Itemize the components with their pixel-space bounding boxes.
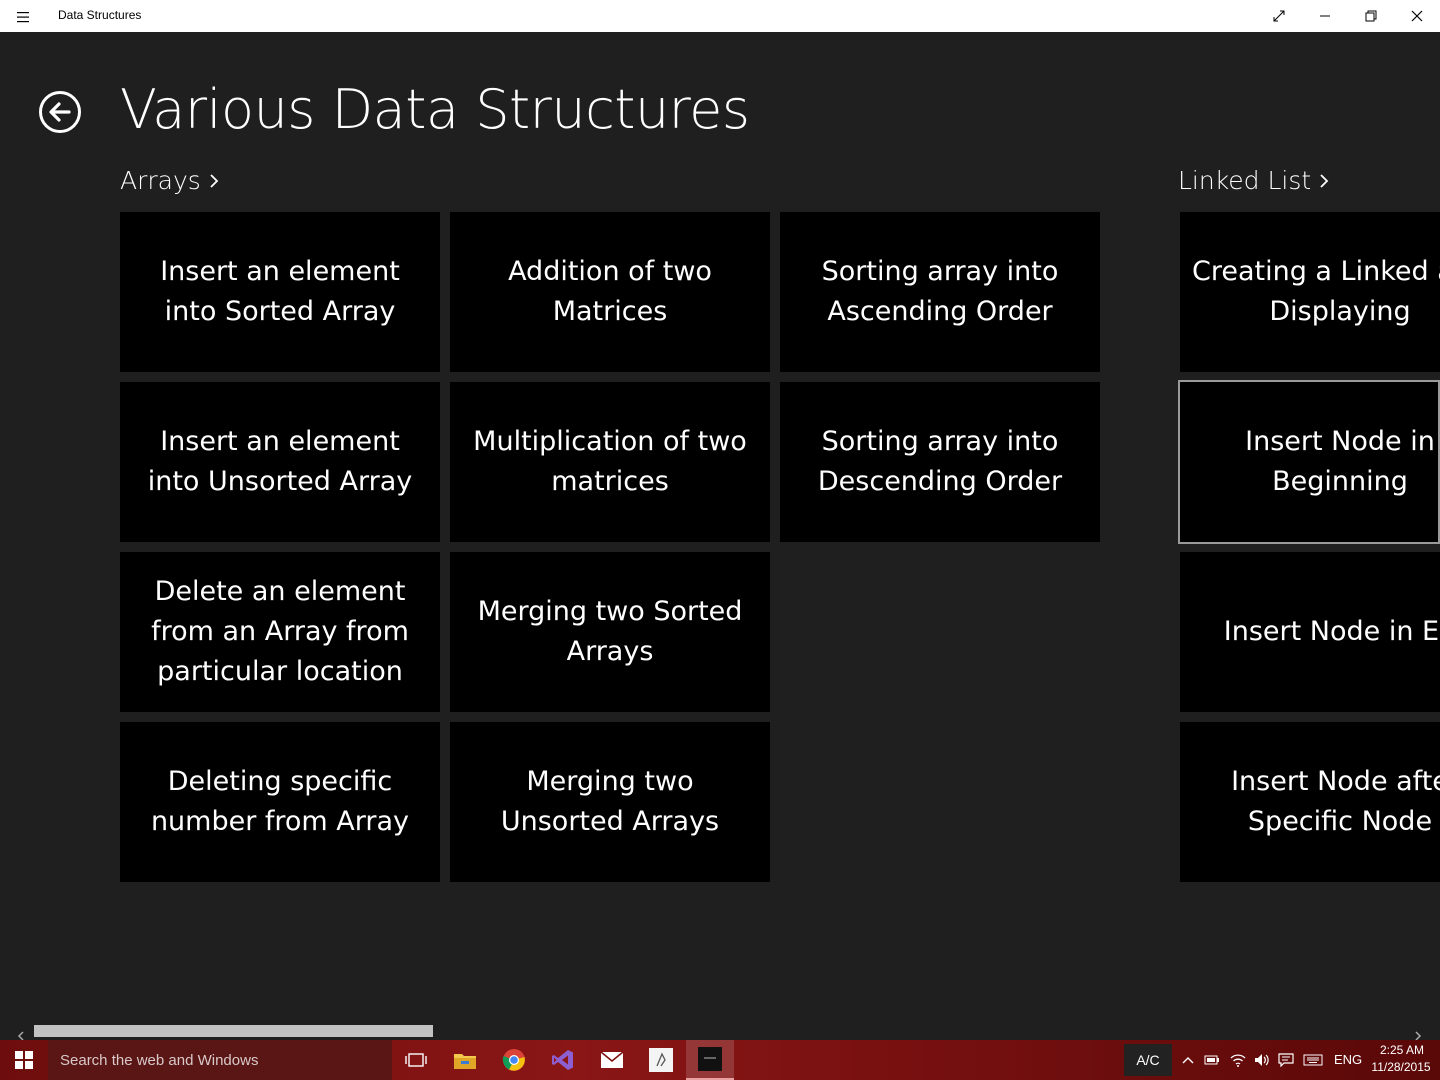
section-header-label: Linked List	[1178, 166, 1312, 195]
tile-label: Addition of two Matrices	[508, 256, 712, 327]
notifications-icon[interactable]	[1274, 1040, 1298, 1080]
tile-sort-descending[interactable]: Sorting array into Descending Order	[780, 382, 1100, 542]
tile-insert-node-after[interactable]: Insert Node afte Specific Node	[1180, 722, 1440, 882]
mail-icon[interactable]	[588, 1040, 636, 1080]
tile-label: Insert an element into Sorted Array	[160, 256, 400, 327]
tile-label: Deleting specific number from Array	[150, 766, 410, 837]
tile-addition-matrices[interactable]: Addition of two Matrices	[450, 212, 770, 372]
tile-sort-ascending[interactable]: Sorting array into Ascending Order	[780, 212, 1100, 372]
tile-label: Creating a Linked and Displaying	[1191, 256, 1440, 327]
tile-label: Insert an element into Unsorted Array	[147, 426, 413, 497]
clock-date[interactable]: 11/28/2015	[1368, 1060, 1434, 1074]
tile-merge-sorted[interactable]: Merging two Sorted Arrays	[450, 552, 770, 712]
hamburger-icon[interactable]	[14, 9, 32, 23]
ac-indicator[interactable]: A/C	[1124, 1044, 1172, 1076]
tile-label: Sorting array into Descending Order	[817, 426, 1063, 497]
data-structures-app-icon[interactable]	[686, 1040, 734, 1080]
scroll-right-icon[interactable]	[1413, 1026, 1423, 1041]
back-button[interactable]	[38, 90, 82, 134]
section-header-label: Arrays	[120, 166, 201, 195]
fullscreen-icon[interactable]	[1256, 0, 1302, 32]
visual-studio-icon[interactable]	[539, 1040, 587, 1080]
search-input[interactable]: Search the web and Windows	[48, 1040, 392, 1080]
scrollbar-thumb[interactable]	[34, 1025, 433, 1037]
start-button[interactable]	[0, 1040, 48, 1080]
tile-multiplication-matrices[interactable]: Multiplication of two matrices	[450, 382, 770, 542]
tile-delete-location[interactable]: Delete an element from an Array from par…	[120, 552, 440, 712]
horizontal-scrollbar[interactable]	[0, 1023, 1440, 1041]
scroll-left-icon[interactable]	[16, 1026, 26, 1041]
tile-label: Merging two Sorted Arrays	[477, 596, 743, 667]
restore-icon[interactable]	[1348, 0, 1394, 32]
chevron-right-icon	[1319, 166, 1329, 195]
keyboard-icon[interactable]	[1300, 1040, 1326, 1080]
tile-label: Multiplication of two matrices	[473, 426, 747, 497]
ac-label: A/C	[1136, 1052, 1160, 1068]
title-bar: Data Structures	[0, 0, 1440, 32]
tile-insert-unsorted[interactable]: Insert an element into Unsorted Array	[120, 382, 440, 542]
tile-label: Sorting array into Ascending Order	[821, 256, 1059, 327]
task-view-icon[interactable]	[392, 1040, 440, 1080]
tile-label: Insert Node in En	[1223, 616, 1440, 647]
tile-label: Delete an element from an Array from par…	[151, 576, 409, 687]
tile-insert-node-end[interactable]: Insert Node in En	[1180, 552, 1440, 712]
windows-logo-icon	[15, 1051, 33, 1069]
section-header-arrays[interactable]: Arrays	[120, 166, 219, 195]
app-title: Data Structures	[58, 8, 142, 22]
tile-insert-sorted[interactable]: Insert an element into Sorted Array	[120, 212, 440, 372]
tile-create-linked-list[interactable]: Creating a Linked and Displaying	[1180, 212, 1440, 372]
wifi-icon[interactable]	[1226, 1040, 1250, 1080]
search-placeholder: Search the web and Windows	[60, 1051, 259, 1069]
tile-label: Insert Node afte Specific Node	[1231, 766, 1440, 837]
back-arrow-icon	[39, 91, 81, 133]
language-indicator[interactable]: ENG	[1334, 1052, 1362, 1067]
tile-label: Merging two Unsorted Arrays	[500, 766, 720, 837]
tile-merge-unsorted[interactable]: Merging two Unsorted Arrays	[450, 722, 770, 882]
battery-icon[interactable]	[1200, 1040, 1224, 1080]
chevron-right-icon	[209, 166, 219, 195]
chevron-up-icon[interactable]	[1176, 1040, 1200, 1080]
chrome-icon[interactable]	[490, 1040, 538, 1080]
taskbar: Search the web and Windows A/C ENG 2:25 …	[0, 1040, 1440, 1080]
tile-label: Insert Node in Beginning	[1245, 426, 1435, 497]
page-title: Various Data Structures	[120, 78, 750, 141]
app-icon[interactable]	[637, 1040, 685, 1080]
minimize-icon[interactable]	[1302, 0, 1348, 32]
tile-insert-node-beginning[interactable]: Insert Node in Beginning	[1178, 380, 1440, 544]
section-header-linked-list[interactable]: Linked List	[1178, 166, 1329, 195]
file-explorer-icon[interactable]	[441, 1040, 489, 1080]
tile-delete-number[interactable]: Deleting specific number from Array	[120, 722, 440, 882]
clock-time[interactable]: 2:25 AM	[1372, 1043, 1432, 1057]
close-icon[interactable]	[1394, 0, 1440, 32]
volume-icon[interactable]	[1250, 1040, 1274, 1080]
